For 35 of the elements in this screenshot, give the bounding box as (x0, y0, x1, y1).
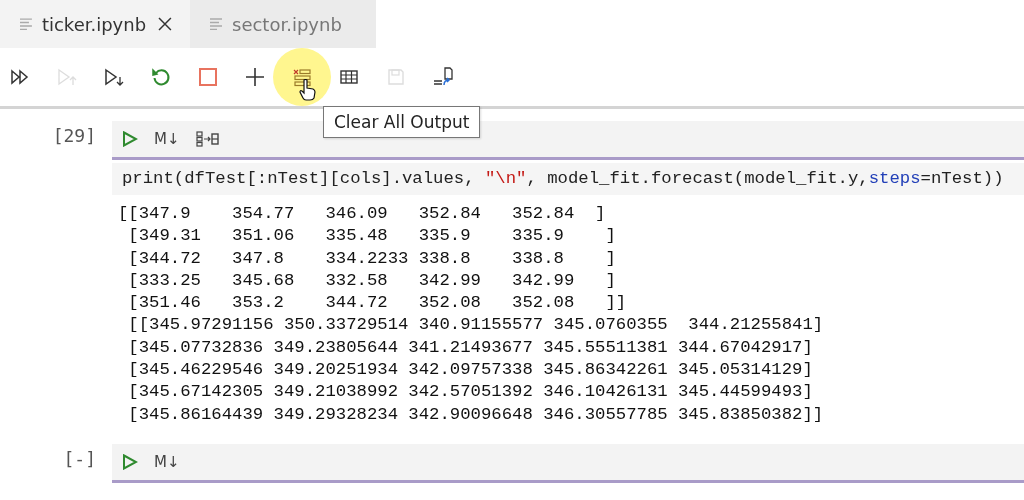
hand-cursor-icon (299, 79, 317, 101)
execution-count: [29] (51, 124, 97, 146)
save-icon (386, 67, 406, 87)
output-line: [333.25 345.68 332.58 342.99 342.99 ] (127, 269, 617, 292)
output-line: [[345.97291156 350.33729514 340.91155577 345.0760355 344.21255841] (127, 314, 825, 337)
run-icon[interactable] (122, 131, 138, 147)
plus-icon (245, 67, 265, 87)
close-icon[interactable] (158, 17, 172, 31)
double-play-icon (10, 67, 30, 87)
output-line: [345.86164439 349.29328234 342.90096648 346.30557785 345.83850382]] (127, 403, 825, 426)
output-line: [344.72 347.8 334.2233 338.8 338.8 ] (127, 247, 617, 270)
export-document-icon (433, 67, 453, 87)
output-line: [[347.9 354.77 346.09 352.84 352.84 ] (118, 203, 607, 225)
stop-square-icon (198, 67, 218, 87)
output-line: [345.67142305 349.21038992 342.57051392 346.10426131 345.44599493] (127, 381, 814, 404)
execution-count: [-] (62, 446, 97, 469)
output-line: [345.07732836 349.23805644 341.21493677 345.55511381 344.67042917] (127, 336, 814, 359)
split-cell-icon[interactable] (195, 131, 220, 147)
markdown-toggle[interactable]: M↓ (150, 452, 184, 471)
markdown-toggle[interactable]: M↓ (150, 130, 184, 148)
notebook-tab[interactable]: ticker.ipynb (0, 0, 190, 48)
document-lines-icon (20, 18, 34, 30)
tooltip: Clear All Output (323, 106, 481, 138)
cursor-highlight (273, 48, 331, 106)
document-lines-icon (210, 18, 224, 30)
run-icon[interactable] (122, 453, 138, 470)
play-down-arrow-icon (104, 67, 124, 87)
output-line: [351.46 353.2 344.72 352.08 352.08 ]] (127, 292, 628, 315)
output-line: [345.46229546 349.20251934 342.09757338 345.86342261 345.05314129] (127, 359, 814, 382)
notebook-tab[interactable]: sector.ipynb (190, 0, 376, 48)
output-line: [349.31 351.06 335.48 335.9 335.9 ] (127, 225, 617, 248)
restart-icon (151, 67, 171, 87)
play-up-arrow-icon (57, 67, 77, 87)
clear-list-icon (292, 67, 312, 87)
table-icon (339, 67, 359, 87)
